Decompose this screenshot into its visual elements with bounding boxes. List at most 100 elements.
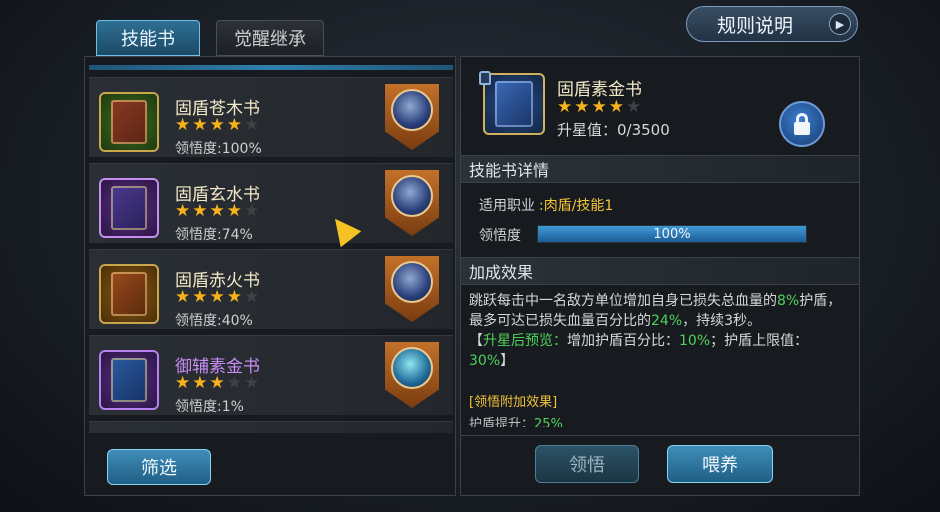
effect-value: 10% — [679, 333, 711, 349]
effect-text: 跳跃每击中一名敌方单位增加自身已损失总血量的 — [469, 293, 777, 309]
comprehend-button[interactable]: 领悟 — [535, 445, 639, 483]
book-cover-icon — [111, 100, 147, 144]
class-badge-icon — [385, 84, 439, 150]
star-filled-icon: ★ — [226, 287, 242, 307]
play-arrow-icon: ▶ — [829, 13, 851, 35]
extra-effect-label: 护盾提升： — [469, 417, 535, 427]
book-icon — [99, 264, 159, 324]
book-icon — [99, 350, 159, 410]
book-list-item[interactable]: 固盾玄水书 ★ ★ ★ ★ ★ 领悟度:74% — [89, 163, 453, 243]
book-list-item[interactable]: 固盾赤火书 ★ ★ ★ ★ ★ 领悟度:40% — [89, 249, 453, 329]
star-filled-icon: ★ — [175, 115, 191, 135]
book-cover-icon — [111, 272, 147, 316]
star-filled-icon: ★ — [192, 201, 208, 221]
effect-value: 8% — [777, 293, 800, 309]
extra-effect-line: 护盾提升：25% — [469, 415, 563, 427]
star-filled-icon: ★ — [192, 115, 208, 135]
effect-description[interactable]: 跳跃每击中一名敌方单位增加自身已损失总血量的8%护盾，最多可达已损失血量百分比的… — [469, 291, 853, 427]
star-filled-icon: ★ — [226, 115, 242, 135]
detail-book-icon — [483, 73, 545, 135]
hero-emblem-icon — [391, 89, 433, 131]
book-list-panel: 固盾苍木书 ★ ★ ★ ★ ★ 领悟度:100% 固盾玄水书 ★ ★ ★ ★ ★ 领悟度:74%… — [84, 56, 456, 496]
rules-button-label: 规则说明 — [717, 14, 794, 37]
effect-value: 30% — [469, 353, 501, 369]
rules-button[interactable]: 规则说明 ▶ — [686, 6, 858, 42]
star-filled-icon: ★ — [209, 115, 225, 135]
star-filled-icon: ★ — [226, 201, 242, 221]
star-empty-icon: ★ — [226, 373, 242, 393]
lock-icon — [479, 71, 491, 85]
star-filled-icon: ★ — [175, 201, 191, 221]
divider — [461, 435, 859, 436]
effect-preview: 【升星后预览：增加护盾百分比：10%；护盾上限值： 30%】 — [469, 331, 853, 371]
book-list[interactable]: 固盾苍木书 ★ ★ ★ ★ ★ 领悟度:100% 固盾玄水书 ★ ★ ★ ★ ★ 领悟度:74%… — [89, 65, 453, 433]
star-empty-icon: ★ — [244, 287, 260, 307]
tab-awaken-inherit[interactable]: 觉醒继承 — [216, 20, 324, 56]
star-filled-icon: ★ — [608, 97, 624, 117]
star-filled-icon: ★ — [175, 373, 191, 393]
section-header-effects: 加成效果 — [461, 257, 859, 285]
section-header-details: 技能书详情 — [461, 155, 859, 183]
lock-button[interactable] — [779, 101, 825, 147]
book-cover-icon — [111, 358, 147, 402]
hero-emblem-icon — [391, 347, 433, 389]
star-filled-icon: ★ — [591, 97, 607, 117]
hero-emblem-icon — [391, 261, 433, 303]
progress-label: 100% — [653, 226, 691, 242]
book-list-item[interactable]: 御辅素金书 ★ ★ ★ ★ ★ 领悟度:1% — [89, 335, 453, 415]
profession-label: 适用职业 — [479, 198, 535, 214]
book-list-item-partial[interactable] — [89, 421, 453, 433]
star-rating: ★ ★ ★ ★ ★ — [175, 203, 259, 220]
star-filled-icon: ★ — [574, 97, 590, 117]
lock-icon — [794, 121, 810, 135]
star-filled-icon: ★ — [175, 287, 191, 307]
preview-label: 升星后预览： — [483, 333, 567, 349]
effect-value: 24% — [651, 313, 683, 329]
class-badge-icon — [385, 170, 439, 236]
book-comprehension: 领悟度:1% — [175, 399, 244, 415]
book-comprehension: 领悟度:40% — [175, 313, 253, 329]
upgrade-value: 升星值：0/3500 — [557, 121, 670, 139]
book-comprehension: 领悟度:100% — [175, 141, 262, 157]
star-empty-icon: ★ — [244, 201, 260, 221]
tab-skill-book[interactable]: 技能书 — [96, 20, 200, 56]
star-filled-icon: ★ — [192, 287, 208, 307]
feed-button[interactable]: 喂养 — [667, 445, 773, 483]
comprehension-progress-bar: 100% — [537, 225, 807, 243]
hero-emblem-icon — [391, 175, 433, 217]
book-detail-panel: 固盾素金书 ★ ★ ★ ★ ★ 升星值：0/3500 技能书详情 适用职业:肉盾/技能1… — [460, 56, 860, 496]
extra-effect-title: [领悟附加效果] — [469, 395, 558, 410]
book-comprehension: 领悟度:74% — [175, 227, 253, 243]
effect-text: 【 — [469, 333, 483, 349]
star-filled-icon: ★ — [209, 201, 225, 221]
effect-text: ；护盾上限值： — [710, 333, 809, 349]
book-cover-icon — [495, 81, 533, 127]
star-rating: ★ ★ ★ ★ ★ — [175, 117, 259, 134]
effect-text: ，持续3秒。 — [682, 313, 762, 329]
star-rating: ★ ★ ★ ★ ★ — [557, 99, 641, 116]
list-top-highlight — [89, 65, 453, 70]
comprehension-label: 领悟度 — [479, 228, 521, 244]
profession-row: 适用职业:肉盾/技能1 — [479, 195, 613, 215]
class-badge-icon — [385, 256, 439, 322]
filter-button[interactable]: 筛选 — [107, 449, 211, 485]
effect-paragraph: 跳跃每击中一名敌方单位增加自身已损失总血量的8%护盾，最多可达已损失血量百分比的… — [469, 291, 853, 331]
star-rating: ★ ★ ★ ★ ★ — [175, 375, 259, 392]
extra-effect-value: 25% — [534, 417, 563, 427]
star-empty-icon: ★ — [626, 97, 642, 117]
book-icon — [99, 178, 159, 238]
star-filled-icon: ★ — [192, 373, 208, 393]
star-filled-icon: ★ — [557, 97, 573, 117]
profession-value: :肉盾/技能1 — [539, 198, 614, 214]
book-list-item[interactable]: 固盾苍木书 ★ ★ ★ ★ ★ 领悟度:100% — [89, 77, 453, 157]
star-empty-icon: ★ — [244, 373, 260, 393]
effect-text: 】 — [500, 353, 515, 369]
class-badge-icon — [385, 342, 439, 408]
book-icon — [99, 92, 159, 152]
effect-text: 增加护盾百分比： — [567, 333, 679, 349]
star-rating: ★ ★ ★ ★ ★ — [175, 289, 259, 306]
star-empty-icon: ★ — [244, 115, 260, 135]
star-filled-icon: ★ — [209, 287, 225, 307]
book-cover-icon — [111, 186, 147, 230]
star-filled-icon: ★ — [209, 373, 225, 393]
